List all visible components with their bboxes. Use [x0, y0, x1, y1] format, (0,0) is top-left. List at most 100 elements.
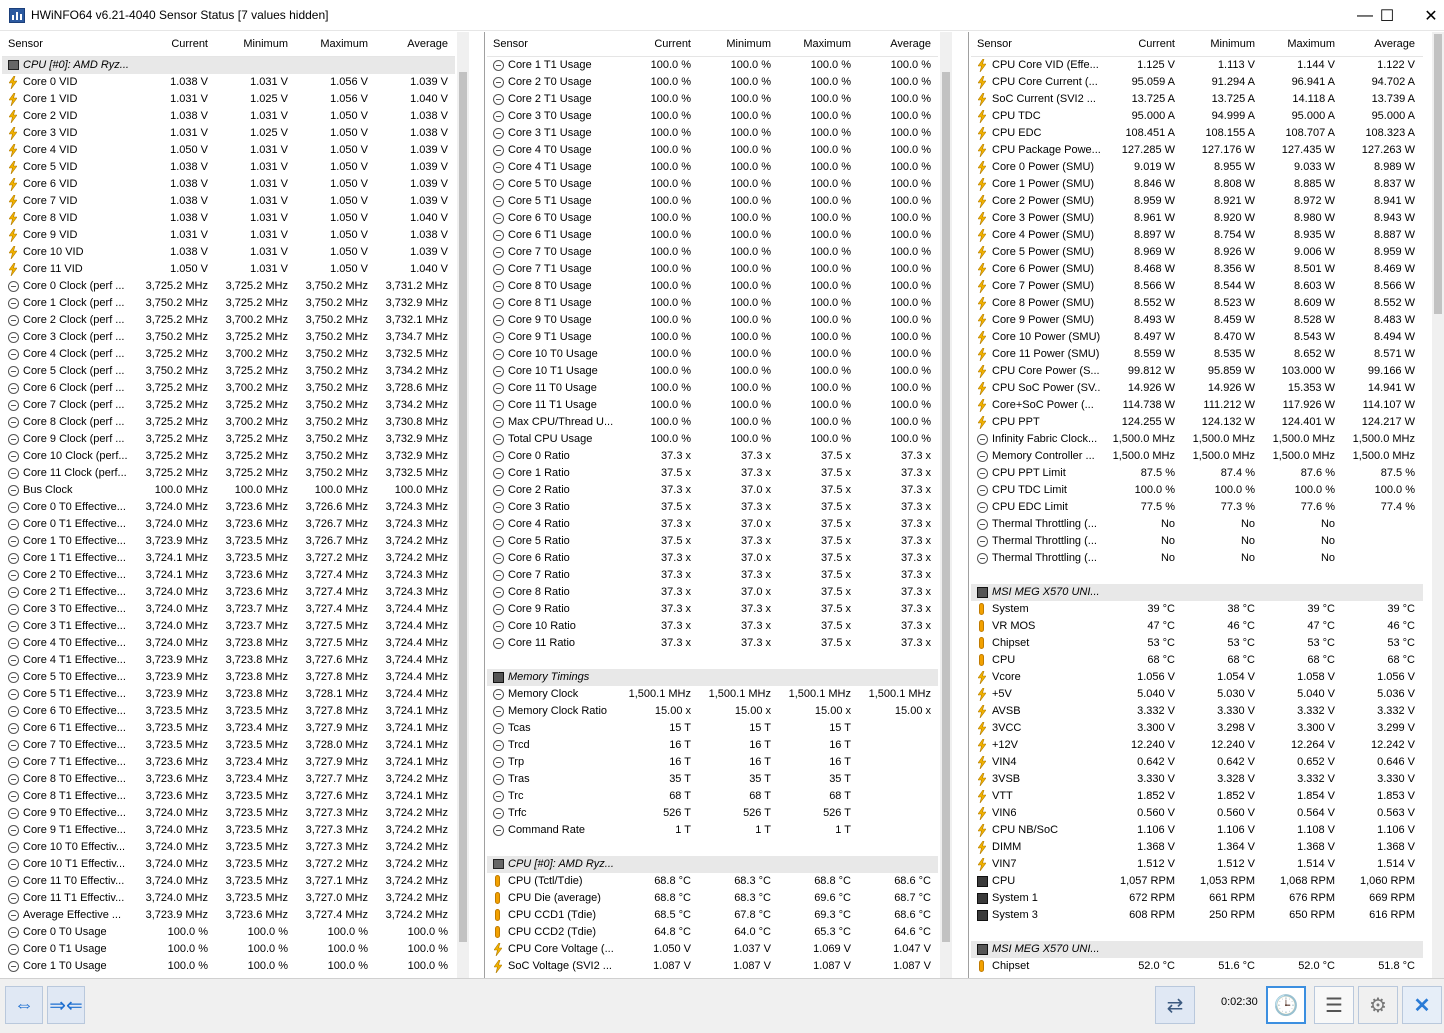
sensor-panel-3[interactable]: Sensor Current Minimum Maximum Average CPU Co…	[971, 32, 1423, 978]
sensor-row[interactable]: Trcd 16 T 16 T 16 T	[487, 737, 938, 754]
sensor-row[interactable]: Core 9 Power (SMU) 8.493 W 8.459 W 8.528 W 8…	[971, 312, 1423, 329]
sensor-row[interactable]: Core 7 VID 1.038 V 1.031 V 1.050 V 1.039 V	[2, 193, 455, 210]
sensor-row[interactable]: Trc 68 T 68 T 68 T	[487, 788, 938, 805]
sensor-row[interactable]: Core 0 T1 Effective... 3,724.0 MHz 3,723.6…	[2, 516, 455, 533]
sensor-row[interactable]: Core 10 Ratio 37.3 x 37.3 x 37.5 x 37.3 x	[487, 618, 938, 635]
sensor-row[interactable]: Core 11 Power (SMU) 8.559 W 8.535 W 8.652 W…	[971, 346, 1423, 363]
scrollbar-2[interactable]	[940, 32, 952, 978]
scroll-thumb-1[interactable]	[459, 72, 467, 942]
sensor-panel-2[interactable]: Sensor Current Minimum Maximum Average Core 1…	[487, 32, 938, 978]
sensor-row[interactable]: Core 6 Power (SMU) 8.468 W 8.356 W 8.501 W 8…	[971, 261, 1423, 278]
clock-reset-icon[interactable]: 🕒	[1266, 986, 1306, 1024]
sensor-row[interactable]: Core 3 Ratio 37.5 x 37.3 x 37.5 x 37.3 x	[487, 499, 938, 516]
sensor-row[interactable]: Core 2 T0 Effective... 3,724.1 MHz 3,723.6…	[2, 567, 455, 584]
sensor-row[interactable]: Trp 16 T 16 T 16 T	[487, 754, 938, 771]
sensor-row[interactable]: Core 1 Clock (perf ... 3,750.2 MHz 3,725.2…	[2, 295, 455, 312]
sensor-row[interactable]: CPU NB/SoC 1.106 V 1.106 V 1.108 V 1.106 V	[971, 822, 1423, 839]
sensor-row[interactable]: DIMM 1.368 V 1.364 V 1.368 V 1.368 V	[971, 839, 1423, 856]
sensor-row[interactable]: Command Rate 1 T 1 T 1 T	[487, 822, 938, 839]
sensor-row[interactable]: Memory Clock Ratio 15.00 x 15.00 x 15.00 x 1…	[487, 703, 938, 720]
sensor-row[interactable]: Core 8 VID 1.038 V 1.031 V 1.050 V 1.040 V	[2, 210, 455, 227]
sensor-row[interactable]: Core 0 T0 Effective... 3,724.0 MHz 3,723.6…	[2, 499, 455, 516]
sensor-row[interactable]: Core 9 T0 Usage 100.0 % 100.0 % 100.0 % 100.…	[487, 312, 938, 329]
sensor-row[interactable]: Core 9 T1 Usage 100.0 % 100.0 % 100.0 % 100.…	[487, 329, 938, 346]
sensor-row[interactable]: Trfc 526 T 526 T 526 T	[487, 805, 938, 822]
sensor-row[interactable]: Core 6 T0 Effective... 3,723.5 MHz 3,723.5…	[2, 703, 455, 720]
sensor-row[interactable]: Thermal Throttling (... No No No	[971, 533, 1423, 550]
sensor-row[interactable]: +12V 12.240 V 12.240 V 12.264 V 12.242 V	[971, 737, 1423, 754]
column-header-average[interactable]: Average	[856, 38, 931, 50]
sensor-row[interactable]: Core 0 T1 Usage 100.0 % 100.0 % 100.0 % 100.…	[2, 941, 455, 958]
sensor-row[interactable]: CPU TDC 95.000 A 94.999 A 95.000 A 95.000 A	[971, 108, 1423, 125]
close-window-button[interactable]: ✕	[1408, 0, 1444, 31]
sensor-row[interactable]: Core 2 Clock (perf ... 3,725.2 MHz 3,700.2…	[2, 312, 455, 329]
sensor-row[interactable]: Core 5 T0 Usage 100.0 % 100.0 % 100.0 % 100.…	[487, 176, 938, 193]
sensor-row[interactable]: Core 6 T0 Usage 100.0 % 100.0 % 100.0 % 100.…	[487, 210, 938, 227]
sensor-row[interactable]: Core 10 VID 1.038 V 1.031 V 1.050 V 1.039 V	[2, 244, 455, 261]
column-header-current[interactable]: Current	[616, 38, 691, 50]
column-header-maximum[interactable]: Maximum	[293, 38, 368, 50]
sensor-row[interactable]: Core 10 T0 Effectiv... 3,724.0 MHz 3,723.5…	[2, 839, 455, 856]
sensor-row[interactable]: Core 7 T1 Effective... 3,723.6 MHz 3,723.4…	[2, 754, 455, 771]
sensor-row[interactable]: Core 8 Power (SMU) 8.552 W 8.523 W 8.609 W 8…	[971, 295, 1423, 312]
sensor-row[interactable]: Core 5 Clock (perf ... 3,750.2 MHz 3,725.2…	[2, 363, 455, 380]
sensor-row[interactable]: +5V 5.040 V 5.030 V 5.040 V 5.036 V	[971, 686, 1423, 703]
sensor-row[interactable]: Max CPU/Thread U... 100.0 % 100.0 % 100.0 %…	[487, 414, 938, 431]
column-header-current[interactable]: Current	[133, 38, 208, 50]
panel-divider[interactable]	[968, 32, 969, 978]
sensor-row[interactable]: VIN6 0.560 V 0.560 V 0.564 V 0.563 V	[971, 805, 1423, 822]
nav-arrows-right-icon[interactable]: ⇒⇐	[47, 986, 85, 1024]
sensor-row[interactable]: Core 1 T1 Usage 100.0 % 100.0 % 100.0 % 100.…	[487, 57, 938, 74]
sensor-row[interactable]: Core 10 Clock (perf... 3,725.2 MHz 3,725.2…	[2, 448, 455, 465]
sensor-row[interactable]: Core 3 T1 Usage 100.0 % 100.0 % 100.0 % 100.…	[487, 125, 938, 142]
sensor-row[interactable]: Core 5 T0 Effective... 3,723.9 MHz 3,723.8…	[2, 669, 455, 686]
sensor-row[interactable]: CPU PPT Limit 87.5 % 87.4 % 87.6 % 87.5 %	[971, 465, 1423, 482]
settings-gear-icon[interactable]: ⚙	[1358, 986, 1398, 1024]
column-header-average[interactable]: Average	[1340, 38, 1415, 50]
sensor-row[interactable]: Core 3 T1 Effective... 3,724.0 MHz 3,723.7…	[2, 618, 455, 635]
sensor-row[interactable]: Tras 35 T 35 T 35 T	[487, 771, 938, 788]
sensor-row[interactable]: Tcas 15 T 15 T 15 T	[487, 720, 938, 737]
sensor-row[interactable]: Core 9 VID 1.031 V 1.031 V 1.050 V 1.038 V	[2, 227, 455, 244]
sensor-row[interactable]: Core+SoC Power (... 114.738 W 111.212 W 117…	[971, 397, 1423, 414]
sensor-row[interactable]: CPU 1,057 RPM 1,053 RPM 1,068 RPM 1,060 RPM	[971, 873, 1423, 890]
sensor-row[interactable]: Core 7 T0 Effective... 3,723.5 MHz 3,723.5…	[2, 737, 455, 754]
sensor-group-header[interactable]: CPU [#0]: AMD Ryz...	[487, 856, 938, 873]
sensor-row[interactable]: Core 10 T0 Usage 100.0 % 100.0 % 100.0 % 100…	[487, 346, 938, 363]
sensor-row[interactable]: System 39 °C 38 °C 39 °C 39 °C	[971, 601, 1423, 618]
scroll-thumb-3[interactable]	[1434, 34, 1442, 314]
sensor-row[interactable]: Core 2 Ratio 37.3 x 37.0 x 37.5 x 37.3 x	[487, 482, 938, 499]
sensor-row[interactable]: CPU Package Powe... 127.285 W 127.176 W 127…	[971, 142, 1423, 159]
column-header-minimum[interactable]: Minimum	[696, 38, 771, 50]
sensor-row[interactable]: Core 10 Power (SMU) 8.497 W 8.470 W 8.543 W…	[971, 329, 1423, 346]
sensor-row[interactable]: Core 0 Clock (perf ... 3,725.2 MHz 3,725.2…	[2, 278, 455, 295]
sensor-row[interactable]: CPU Core Voltage (... 1.050 V 1.037 V 1.069…	[487, 941, 938, 958]
sensor-row[interactable]: Total CPU Usage 100.0 % 100.0 % 100.0 % 100.…	[487, 431, 938, 448]
sensor-row[interactable]: Core 9 T1 Effective... 3,724.0 MHz 3,723.5…	[2, 822, 455, 839]
sensor-row[interactable]: AVSB 3.332 V 3.330 V 3.332 V 3.332 V	[971, 703, 1423, 720]
sensor-row[interactable]: Core 7 Ratio 37.3 x 37.3 x 37.5 x 37.3 x	[487, 567, 938, 584]
sensor-row[interactable]: Core 3 Power (SMU) 8.961 W 8.920 W 8.980 W 8…	[971, 210, 1423, 227]
sensor-row[interactable]: Core 8 Clock (perf ... 3,725.2 MHz 3,700.2…	[2, 414, 455, 431]
sensor-row[interactable]: SoC Current (SVI2 ... 13.725 A 13.725 A 14.…	[971, 91, 1423, 108]
sensor-row[interactable]: VIN4 0.642 V 0.642 V 0.652 V 0.646 V	[971, 754, 1423, 771]
sensor-row[interactable]: Core 6 Clock (perf ... 3,725.2 MHz 3,700.2…	[2, 380, 455, 397]
sensor-row[interactable]: SoC Voltage (SVI2 ... 1.087 V 1.087 V 1.087…	[487, 958, 938, 975]
sensor-row[interactable]: Core 11 T1 Effectiv... 3,724.0 MHz 3,723.5…	[2, 890, 455, 907]
sensor-row[interactable]: Infinity Fabric Clock... 1,500.0 MHz 1,500…	[971, 431, 1423, 448]
sensor-row[interactable]: CPU 68 °C 68 °C 68 °C 68 °C	[971, 652, 1423, 669]
sensor-row[interactable]: Core 2 T1 Usage 100.0 % 100.0 % 100.0 % 100.…	[487, 91, 938, 108]
sensor-panel-1[interactable]: Sensor Current Minimum Maximum Average CPU [#…	[2, 32, 455, 978]
sensor-row[interactable]: CPU EDC 108.451 A 108.155 A 108.707 A 108.32…	[971, 125, 1423, 142]
scrollbar-3[interactable]	[1432, 32, 1444, 978]
sensor-row[interactable]: Memory Controller ... 1,500.0 MHz 1,500.0 …	[971, 448, 1423, 465]
sensor-row[interactable]: Core 5 Power (SMU) 8.969 W 8.926 W 9.006 W 8…	[971, 244, 1423, 261]
sensor-row[interactable]: Core 6 Ratio 37.3 x 37.0 x 37.5 x 37.3 x	[487, 550, 938, 567]
sensor-row[interactable]: CPU TDC Limit 100.0 % 100.0 % 100.0 % 100.0 …	[971, 482, 1423, 499]
sensor-row[interactable]: Core 4 T1 Usage 100.0 % 100.0 % 100.0 % 100.…	[487, 159, 938, 176]
sensor-row[interactable]: Core 1 Ratio 37.5 x 37.3 x 37.5 x 37.3 x	[487, 465, 938, 482]
sensor-row[interactable]: Core 9 T0 Effective... 3,724.0 MHz 3,723.5…	[2, 805, 455, 822]
sensor-row[interactable]: Core 8 T1 Usage 100.0 % 100.0 % 100.0 % 100.…	[487, 295, 938, 312]
sensor-group-header[interactable]: MSI MEG X570 UNI...	[971, 584, 1423, 601]
sensor-row[interactable]: Core 4 Power (SMU) 8.897 W 8.754 W 8.935 W 8…	[971, 227, 1423, 244]
